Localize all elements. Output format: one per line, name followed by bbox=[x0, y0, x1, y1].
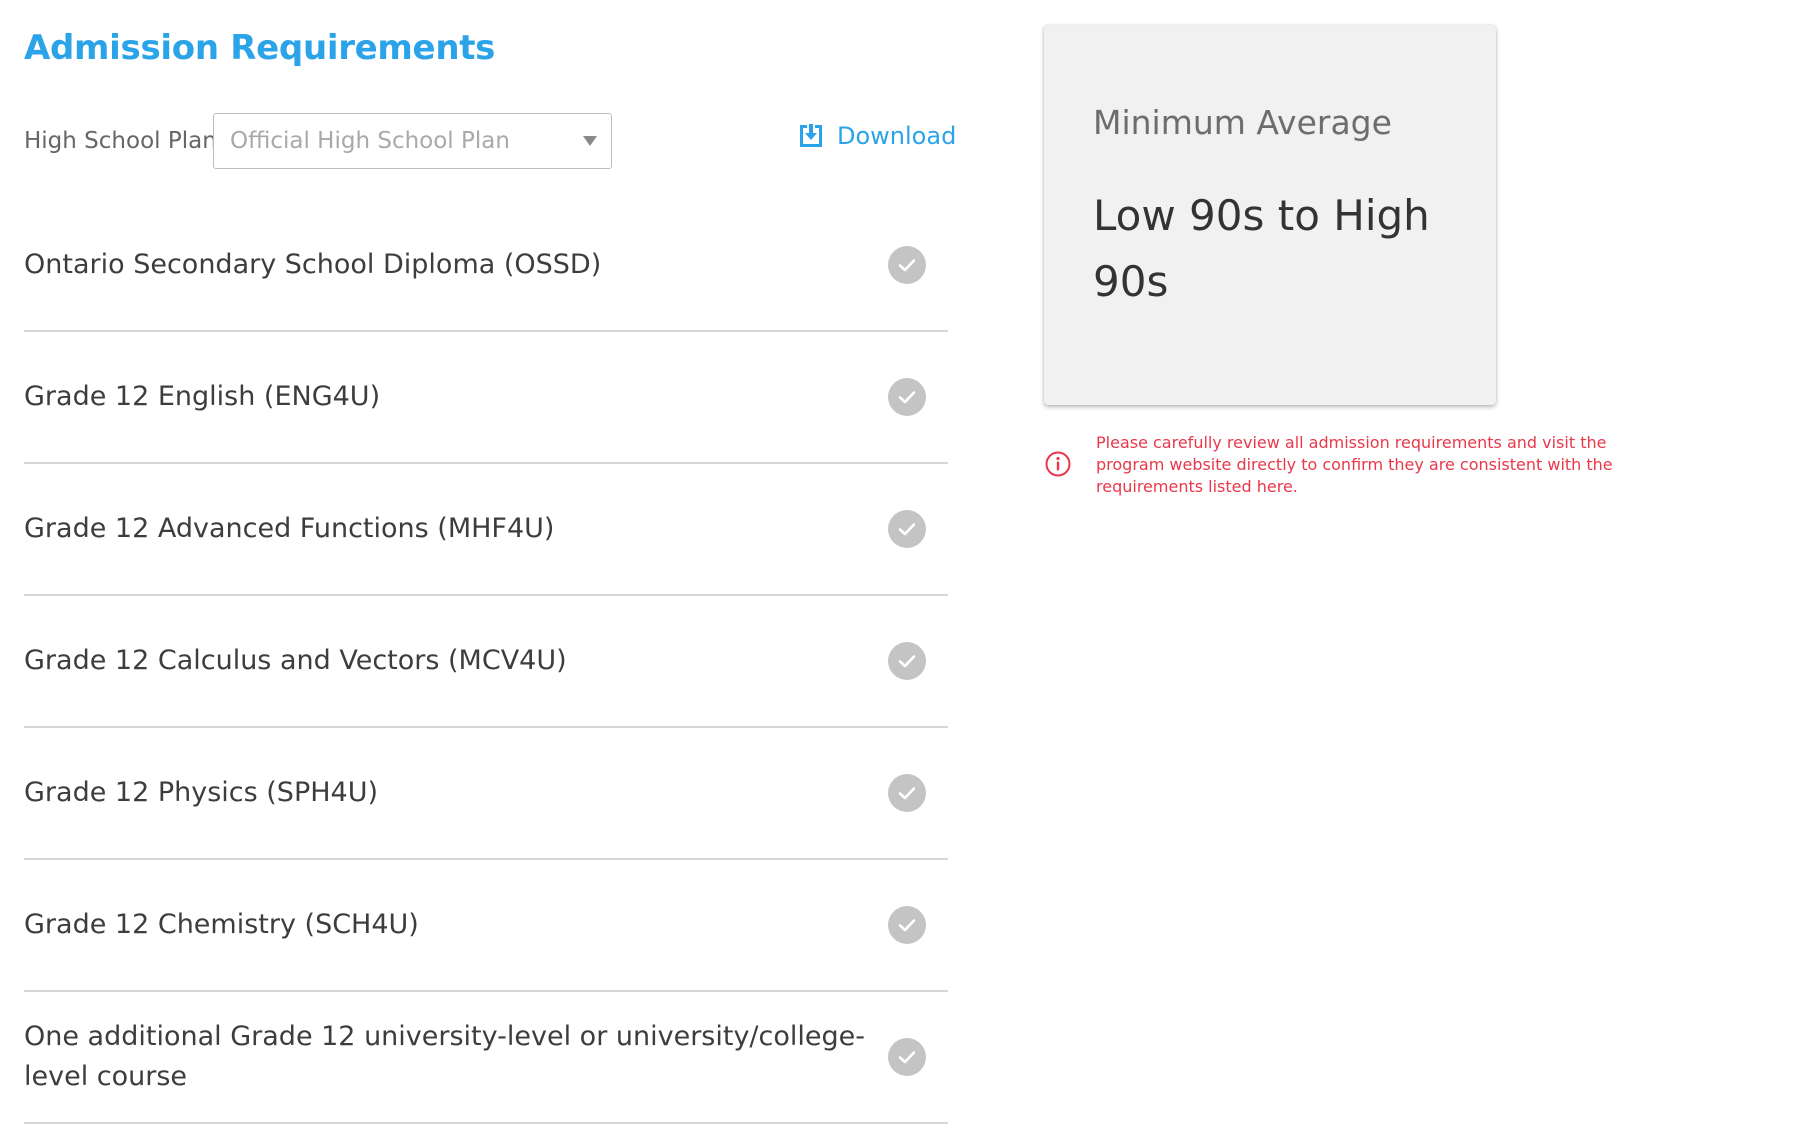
minimum-average-value: Low 90s to High 90s bbox=[1093, 191, 1430, 306]
info-icon bbox=[1044, 450, 1072, 482]
download-icon bbox=[797, 122, 825, 150]
requirement-label: Grade 12 Chemistry (SCH4U) bbox=[24, 909, 419, 940]
requirement-item: Grade 12 English (ENG4U) bbox=[24, 332, 948, 464]
checkmark-icon bbox=[888, 1038, 926, 1076]
download-button[interactable]: Download bbox=[797, 122, 956, 150]
checkmark-icon bbox=[888, 378, 926, 416]
high-school-plan-label: High School Plan bbox=[24, 128, 217, 154]
high-school-plan-selected-value: Official High School Plan bbox=[230, 128, 510, 154]
page-title: Admission Requirements bbox=[24, 28, 496, 68]
requirement-item: Grade 12 Chemistry (SCH4U) bbox=[24, 860, 948, 992]
requirement-label: Grade 12 English (ENG4U) bbox=[24, 381, 381, 412]
checkmark-icon bbox=[888, 510, 926, 548]
checkmark-icon bbox=[888, 246, 926, 284]
checkmark-icon bbox=[888, 906, 926, 944]
download-label: Download bbox=[837, 122, 957, 150]
requirement-item: Grade 12 Physics (SPH4U) bbox=[24, 728, 948, 860]
minimum-average-card: Minimum Average Low 90s to High 90s bbox=[1044, 25, 1496, 405]
requirement-item: Grade 12 Calculus and Vectors (MCV4U) bbox=[24, 596, 948, 728]
minimum-average-label: Minimum Average bbox=[1093, 103, 1392, 142]
requirement-label: Ontario Secondary School Diploma (OSSD) bbox=[24, 249, 602, 280]
requirement-label: One additional Grade 12 university-level… bbox=[24, 1021, 865, 1092]
requirement-item: Ontario Secondary School Diploma (OSSD) bbox=[24, 200, 948, 332]
requirement-item: One additional Grade 12 university-level… bbox=[24, 992, 948, 1124]
requirement-item: Grade 12 Advanced Functions (MHF4U) bbox=[24, 464, 948, 596]
requirement-label: Grade 12 Physics (SPH4U) bbox=[24, 777, 379, 808]
high-school-plan-select[interactable]: Official High School Plan bbox=[213, 113, 612, 169]
chevron-down-icon bbox=[583, 136, 597, 146]
requirements-list: Ontario Secondary School Diploma (OSSD) … bbox=[24, 200, 948, 1124]
notice-text: Please carefully review all admission re… bbox=[1096, 433, 1613, 496]
requirement-label: Grade 12 Advanced Functions (MHF4U) bbox=[24, 513, 555, 544]
requirement-label: Grade 12 Calculus and Vectors (MCV4U) bbox=[24, 645, 567, 676]
checkmark-icon bbox=[888, 774, 926, 812]
admission-requirements-page: Admission Requirements High School Plan … bbox=[0, 0, 1798, 1148]
checkmark-icon bbox=[888, 642, 926, 680]
